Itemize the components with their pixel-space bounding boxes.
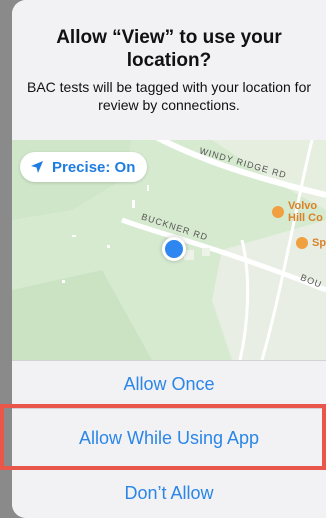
poi-icon	[272, 206, 284, 218]
location-map: Precise: On WINDY RIDGE RD BUCKNER RD BO…	[12, 140, 326, 360]
precise-label: Precise: On	[52, 158, 136, 176]
location-arrow-icon	[30, 160, 44, 174]
allow-while-using-app-button[interactable]: Allow While Using App	[12, 408, 326, 468]
dont-allow-button[interactable]: Don’t Allow	[12, 468, 326, 518]
dialog-message: BAC tests will be tagged with your locat…	[26, 79, 312, 113]
dialog-actions: Allow Once Allow While Using App Don’t A…	[12, 360, 326, 518]
dialog-header: Allow “View” to use your location? BAC t…	[12, 0, 326, 140]
dialog-title: Allow “View” to use your location?	[56, 27, 282, 71]
poi-label-volvo: Volvo	[288, 200, 318, 212]
poi-label-sp: Sp	[312, 237, 326, 249]
poi-icon	[296, 237, 308, 249]
allow-once-button[interactable]: Allow Once	[12, 360, 326, 408]
precise-location-toggle[interactable]: Precise: On	[20, 152, 148, 182]
current-location-dot	[162, 237, 186, 261]
poi-label-hill: Hill Co	[288, 212, 323, 224]
location-permission-dialog: Allow “View” to use your location? BAC t…	[12, 0, 326, 518]
